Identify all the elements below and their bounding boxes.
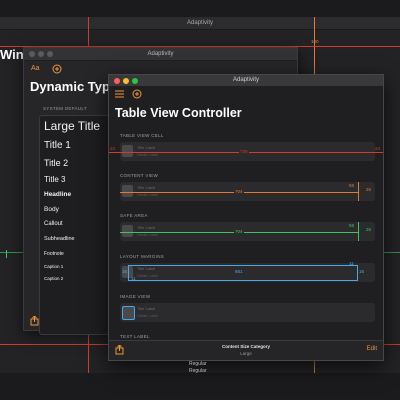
measure-label: 26 bbox=[366, 187, 372, 192]
table-view-window[interactable]: Adaptivity Table View Controller TABLE V… bbox=[108, 74, 384, 361]
measure-label: 58 bbox=[349, 183, 355, 188]
cell-title: Title Label bbox=[137, 185, 156, 190]
guide-line bbox=[358, 222, 359, 241]
minimize-icon[interactable] bbox=[38, 51, 44, 57]
measure-label: 23 bbox=[110, 146, 116, 151]
section-header: IMAGE VIEW bbox=[120, 294, 151, 299]
plus-circle-icon[interactable] bbox=[132, 89, 142, 99]
cell-title: Title Label bbox=[137, 306, 156, 311]
bottom-toolbar: Content Size Category Large Edit bbox=[109, 340, 383, 360]
list-item[interactable]: Title 1 bbox=[44, 140, 71, 151]
section-header: TEXT LABEL bbox=[120, 334, 150, 339]
measure-label: 704 bbox=[234, 229, 244, 234]
plus-circle-icon[interactable] bbox=[52, 64, 62, 74]
content-size-value[interactable]: Large bbox=[109, 351, 383, 356]
share-icon[interactable] bbox=[30, 316, 39, 326]
image-view-highlight bbox=[122, 306, 135, 320]
measure-label: 16 bbox=[122, 269, 128, 274]
list-item[interactable]: Headline bbox=[44, 191, 71, 198]
content-size-label: Content Size Category bbox=[221, 344, 270, 349]
menu-icon[interactable] bbox=[115, 90, 124, 98]
close-icon[interactable] bbox=[29, 51, 35, 57]
zoom-icon[interactable] bbox=[132, 77, 138, 84]
section-header: CONTENT VIEW bbox=[120, 173, 159, 178]
cell-title: Title Label bbox=[137, 225, 156, 230]
zoom-icon[interactable] bbox=[47, 51, 53, 57]
image-placeholder bbox=[122, 225, 133, 237]
edit-button[interactable]: Edit bbox=[367, 346, 377, 352]
measure-label: 23 bbox=[375, 146, 381, 151]
measure-label: 681 bbox=[234, 269, 244, 274]
section-header: SYSTEM DEFAULT bbox=[43, 106, 87, 111]
image-placeholder bbox=[122, 185, 133, 197]
close-icon[interactable] bbox=[114, 77, 120, 84]
measure-label: 730 bbox=[239, 149, 249, 154]
list-item[interactable]: Subheadline bbox=[44, 236, 75, 242]
window-titlebar[interactable]: Adaptivity bbox=[109, 75, 383, 86]
traffic-lights bbox=[114, 77, 138, 84]
guide-line bbox=[358, 182, 359, 201]
window-title: Adaptivity bbox=[232, 77, 259, 83]
page-title: Dynamic Type bbox=[30, 79, 118, 94]
list-item[interactable]: Body bbox=[44, 206, 59, 213]
measure-label: 11 bbox=[131, 276, 136, 281]
measure-label: 26 bbox=[366, 227, 372, 232]
list-item[interactable]: Large Title bbox=[44, 119, 100, 133]
guide-line bbox=[6, 250, 7, 258]
measure-label: 11 bbox=[349, 261, 354, 266]
page-title: Table View Controller bbox=[115, 106, 242, 120]
minimize-icon[interactable] bbox=[123, 77, 129, 84]
window-titlebar: Adaptivity bbox=[0, 17, 400, 30]
status-text: Regular bbox=[189, 361, 207, 367]
cell-title: Title Label bbox=[137, 145, 156, 150]
measure-label: 58 bbox=[349, 223, 355, 228]
status-text: Regular bbox=[189, 368, 207, 374]
measure-label: 704 bbox=[234, 189, 244, 194]
list-item[interactable]: Caption 2 bbox=[44, 276, 63, 281]
window-title: Adaptivity bbox=[186, 20, 213, 26]
window-titlebar[interactable]: Adaptivity bbox=[24, 48, 297, 61]
cell-subtitle: Detail Label bbox=[137, 313, 159, 318]
list-item[interactable]: Callout bbox=[44, 221, 63, 227]
list-item[interactable]: Caption 1 bbox=[44, 264, 63, 269]
section-header: TABLE VIEW CELL bbox=[120, 133, 164, 138]
list-item[interactable]: Title 3 bbox=[44, 175, 66, 184]
table-row[interactable]: Title Label Detail Label bbox=[120, 303, 375, 322]
font-size-button[interactable]: Aa bbox=[31, 65, 40, 72]
section-header: LAYOUT MARGINS bbox=[120, 254, 165, 259]
traffic-lights bbox=[29, 51, 53, 57]
measure-label: 16 bbox=[359, 269, 365, 274]
list-item[interactable]: Footnote bbox=[44, 251, 64, 257]
list-item[interactable]: Title 2 bbox=[44, 158, 68, 168]
section-header: SAFE AREA bbox=[120, 213, 148, 218]
window-title: Adaptivity bbox=[147, 51, 174, 57]
image-placeholder bbox=[122, 145, 133, 157]
page-title-fragment: Win bbox=[0, 47, 24, 62]
